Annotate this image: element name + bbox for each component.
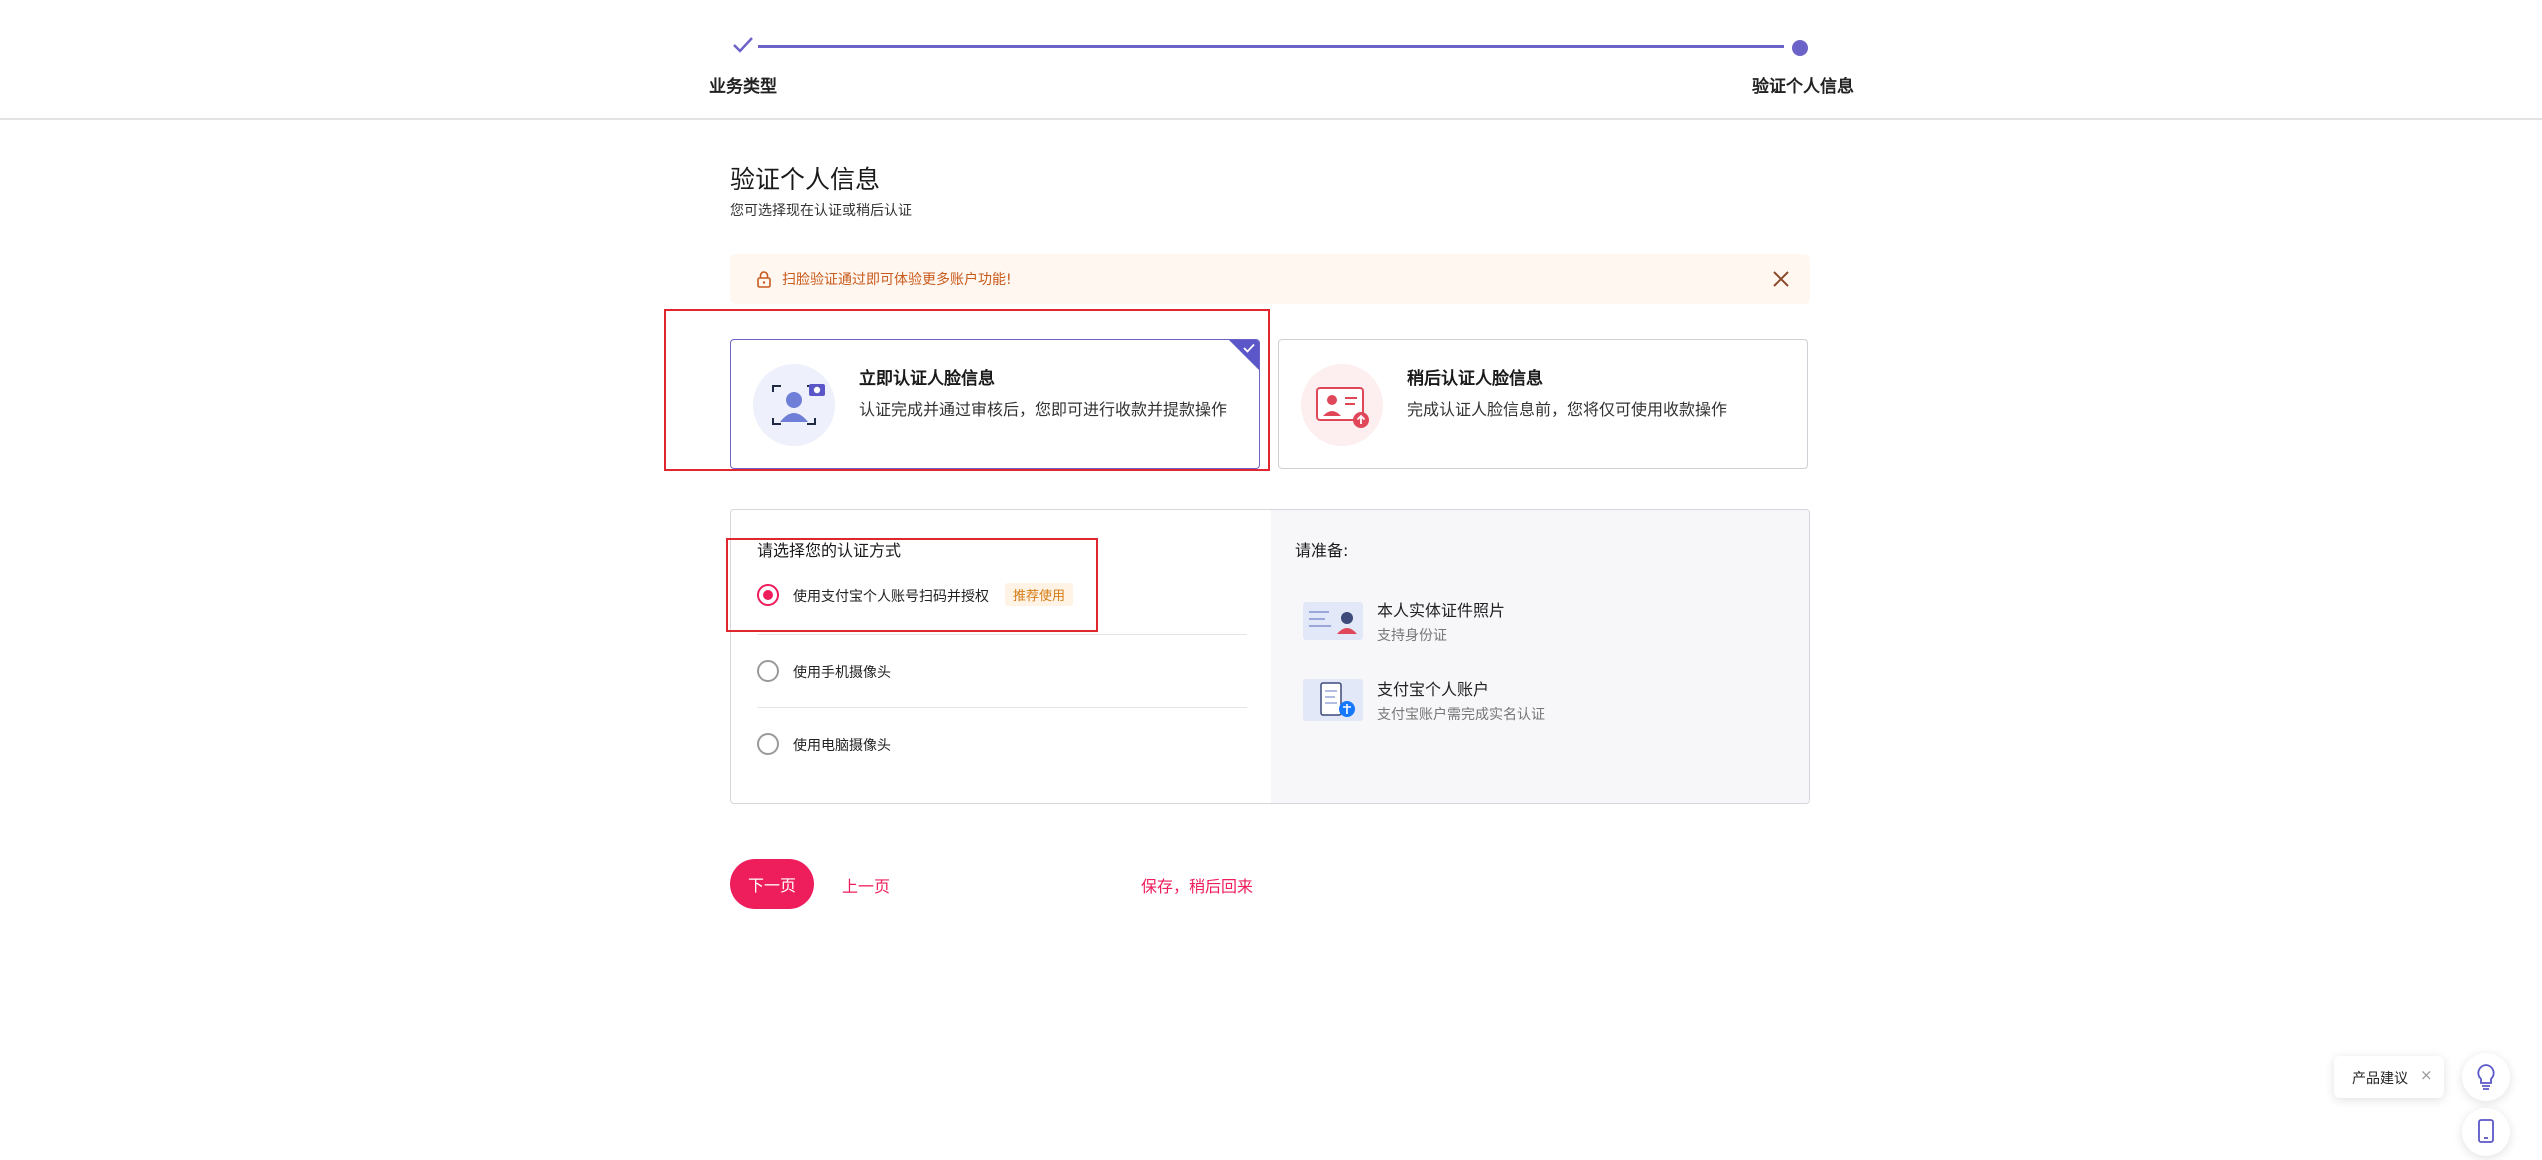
method-heading: 请选择您的认证方式: [757, 541, 902, 560]
step-complete-check-icon: [733, 37, 753, 53]
method-label: 使用支付宝个人账号扫码并授权: [793, 589, 989, 605]
step-label-verify-identity: 验证个人信息: [1752, 77, 1854, 97]
stepper-line: [758, 45, 1784, 48]
check-icon: [1243, 343, 1255, 353]
step-label-business-type[interactable]: 业务类型: [709, 72, 777, 97]
method-label: 使用电脑摄像头: [793, 738, 891, 754]
id-document-icon: [1303, 602, 1363, 640]
progress-stepper: 业务类型 验证个人信息: [0, 0, 2542, 120]
suggestion-lightbulb-button[interactable]: [2462, 1053, 2510, 1101]
prepare-section: 请准备: 本人实体证件照片 支持身份证 支付宝个人账户 支付宝账户需完成实名认证: [1271, 510, 1809, 803]
mobile-phone-icon: [2478, 1119, 2494, 1143]
option-title: 立即认证人脸信息: [859, 369, 995, 389]
prepare-title: 请准备:: [1295, 541, 1349, 560]
face-scan-icon: [753, 364, 835, 446]
method-label: 使用手机摄像头: [793, 665, 891, 681]
option-card-verify-now[interactable]: 立即认证人脸信息 认证完成并通过审核后，您即可进行收款并提款操作: [730, 339, 1260, 469]
prepare-item-title: 支付宝个人账户: [1377, 680, 1490, 699]
option-description: 认证完成并通过审核后，您即可进行收款并提款操作: [859, 400, 1228, 419]
radio-button[interactable]: [757, 733, 779, 755]
option-title: 稍后认证人脸信息: [1407, 369, 1543, 389]
mobile-phone-button[interactable]: [2462, 1108, 2510, 1156]
close-icon[interactable]: [1768, 266, 1794, 292]
method-option-alipay-scan[interactable]: 使用支付宝个人账号扫码并授权 推荐使用: [757, 574, 1247, 614]
page-subtitle: 您可选择现在认证或稍后认证: [730, 203, 912, 219]
method-option-computer-camera[interactable]: 使用电脑摄像头: [757, 723, 1247, 763]
feedback-close-icon[interactable]: ×: [2420, 1066, 2433, 1084]
prev-page-link[interactable]: 上一页: [842, 873, 890, 897]
step-current-dot: [1792, 40, 1808, 56]
page-title: 验证个人信息: [730, 165, 881, 194]
next-page-button[interactable]: 下一页: [730, 859, 814, 909]
prepare-item-subtitle: 支持身份证: [1377, 628, 1447, 644]
notice-banner: 扫脸验证通过即可体验更多账户功能!: [730, 254, 1810, 304]
option-description: 完成认证人脸信息前，您将仅可使用收款操作: [1407, 400, 1728, 419]
prepare-item-subtitle: 支付宝账户需完成实名认证: [1377, 707, 1545, 723]
notice-text: 扫脸验证通过即可体验更多账户功能!: [782, 272, 1012, 288]
method-option-phone-camera[interactable]: 使用手机摄像头: [757, 650, 1247, 690]
divider: [757, 707, 1247, 708]
radio-button[interactable]: [757, 660, 779, 682]
lock-icon: [757, 271, 771, 288]
id-card-upload-icon: [1301, 364, 1383, 446]
feedback-label: 产品建议: [2352, 1071, 2408, 1087]
alipay-account-icon: [1303, 679, 1363, 721]
verification-method-panel: 请选择您的认证方式 使用支付宝个人账号扫码并授权 推荐使用 使用手机摄像头 使用…: [730, 509, 1810, 804]
option-card-verify-later[interactable]: 稍后认证人脸信息 完成认证人脸信息前，您将仅可使用收款操作: [1278, 339, 1808, 469]
radio-button[interactable]: [757, 584, 779, 606]
divider: [757, 634, 1247, 635]
recommended-badge: 推荐使用: [1005, 583, 1074, 606]
lightbulb-icon: [2477, 1064, 2495, 1090]
save-and-return-link[interactable]: 保存，稍后回来: [1141, 873, 1253, 897]
feedback-tooltip[interactable]: 产品建议 ×: [2334, 1056, 2444, 1098]
prepare-item-title: 本人实体证件照片: [1377, 601, 1506, 620]
